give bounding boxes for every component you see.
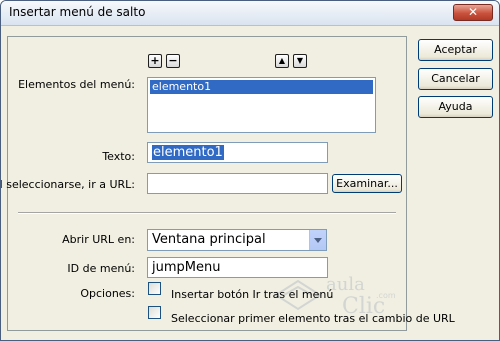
open-url-select-value: Ventana principal <box>152 232 266 247</box>
chevron-down-icon[interactable] <box>309 230 326 250</box>
minus-icon: − <box>168 54 178 67</box>
menu-items-list[interactable]: elemento1 <box>147 77 376 133</box>
dialog-window: Insertar menú de salto ✕ + − ▲ ▼ Element… <box>0 0 500 341</box>
list-item[interactable]: elemento1 <box>150 80 373 94</box>
arrow-down-icon: ▼ <box>296 56 304 65</box>
menu-id-label: ID de menú: <box>67 262 135 275</box>
text-input-value: elemento1 <box>152 145 224 160</box>
help-button[interactable]: Ayuda <box>418 96 493 118</box>
cancel-button[interactable]: Cancelar <box>418 68 493 90</box>
move-down-button[interactable]: ▼ <box>293 54 307 68</box>
browse-button[interactable]: Examinar... <box>332 174 402 193</box>
dialog-body: + − ▲ ▼ Elementos del menú: elemento1 Te… <box>1 26 499 340</box>
title-bar[interactable]: Insertar menú de salto ✕ <box>1 1 499 26</box>
arrow-up-icon: ▲ <box>278 56 286 65</box>
add-item-button[interactable]: + <box>148 54 162 68</box>
open-url-select[interactable]: Ventana principal <box>147 229 327 251</box>
close-button[interactable]: ✕ <box>453 4 493 21</box>
remove-item-button[interactable]: − <box>166 54 180 68</box>
text-input[interactable]: elemento1 <box>147 142 328 163</box>
logo-suffix: .com <box>376 291 396 300</box>
menu-items-label: Elementos del menú: <box>18 78 135 91</box>
url-label: Al seleccionarse, ir a URL: <box>0 178 135 191</box>
go-button-checkbox[interactable] <box>148 282 161 295</box>
go-button-checkbox-label[interactable]: Insertar botón Ir tras el menú <box>171 288 333 301</box>
url-input[interactable] <box>147 173 328 194</box>
close-icon: ✕ <box>467 5 479 19</box>
options-label: Opciones: <box>80 287 135 300</box>
dialog-title: Insertar menú de salto <box>9 5 146 19</box>
options-panel: + − ▲ ▼ Elementos del menú: elemento1 Te… <box>1 36 455 331</box>
menu-id-input-value: jumpMenu <box>152 260 221 275</box>
open-url-label: Abrir URL en: <box>62 233 135 246</box>
text-label: Texto: <box>102 150 135 163</box>
divider <box>18 212 396 214</box>
move-up-button[interactable]: ▲ <box>275 54 289 68</box>
plus-icon: + <box>150 54 160 67</box>
accept-button[interactable]: Aceptar <box>418 39 493 61</box>
select-first-checkbox-label[interactable]: Seleccionar primer elemento tras el camb… <box>171 312 455 325</box>
select-first-checkbox[interactable] <box>148 306 161 319</box>
